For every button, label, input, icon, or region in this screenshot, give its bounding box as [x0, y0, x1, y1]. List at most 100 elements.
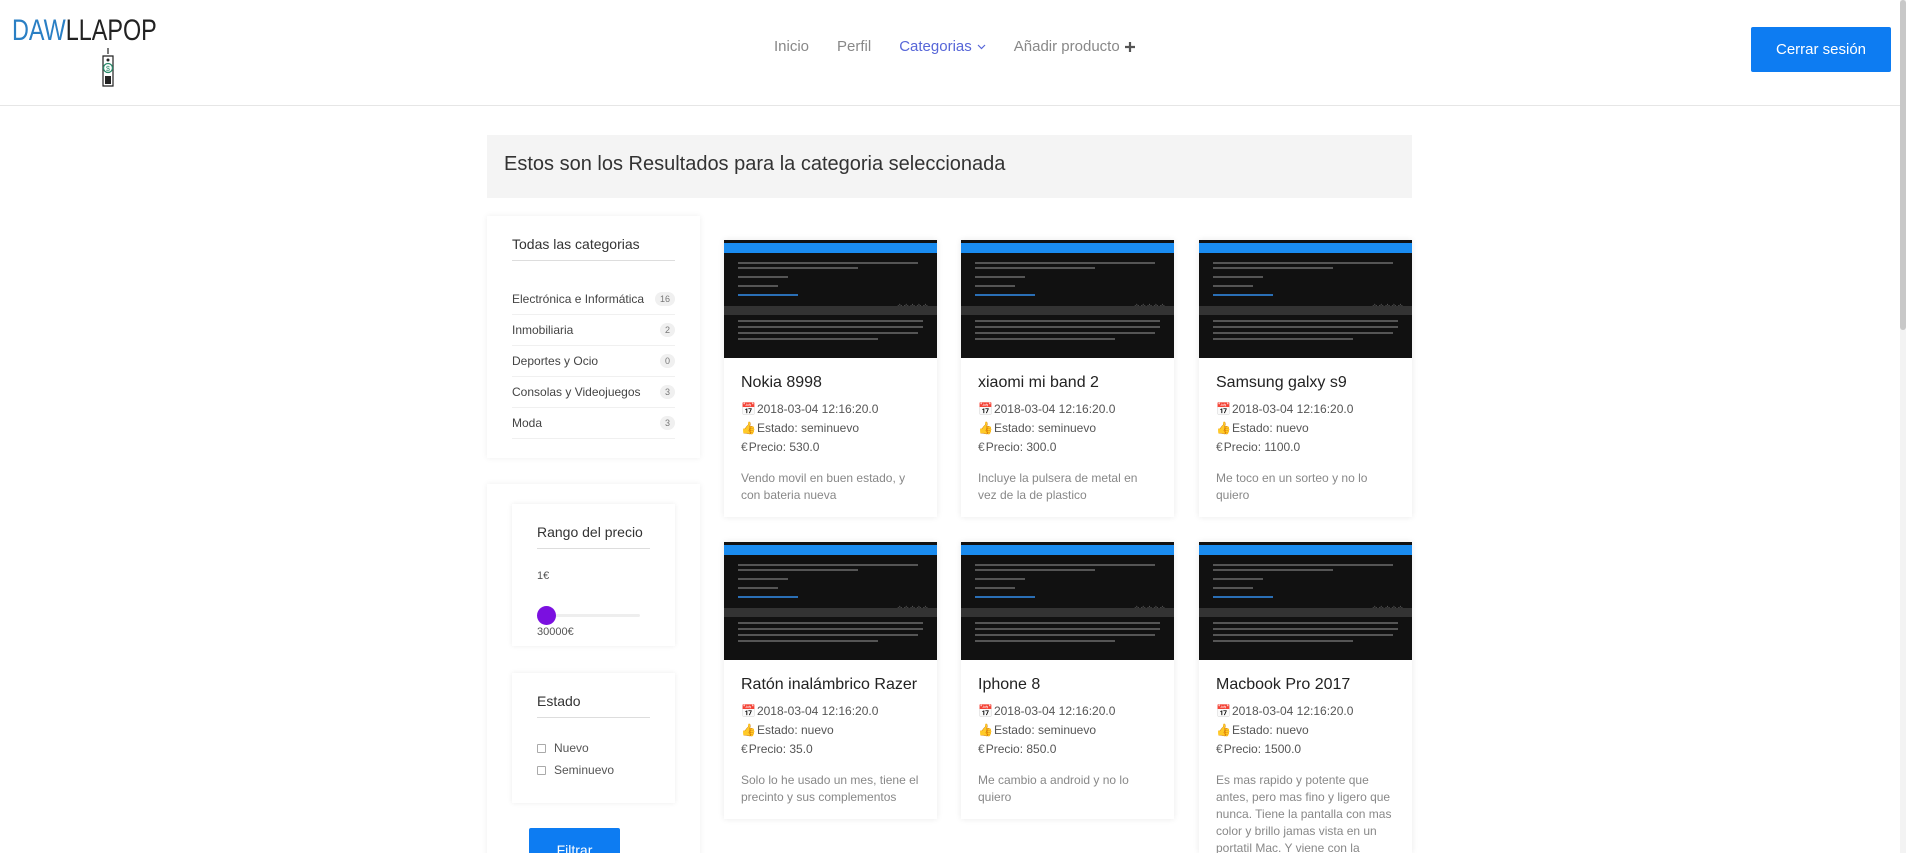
product-title[interactable]: Ratón inalámbrico Razer [741, 676, 920, 694]
vertical-scrollbar[interactable] [1900, 0, 1906, 853]
state-option-seminuevo[interactable]: Seminuevo [537, 763, 614, 777]
product-state: 👍 Estado: nuevo [741, 721, 920, 740]
product-card[interactable]: ☆☆☆☆☆ xiaomi mi band 2 📅2018-03-04 12:16… [961, 240, 1174, 517]
logo-text-part2: LLAPOP [65, 14, 157, 47]
product-date-text: 2018-03-04 12:16:20.0 [1231, 704, 1354, 718]
nav-inicio[interactable]: Inicio [774, 38, 809, 55]
calendar-icon: 📅 [741, 402, 756, 416]
category-item[interactable]: Electrónica e Informática 16 [512, 284, 675, 315]
product-price-text: Precio: 35.0 [748, 742, 813, 756]
product-date: 📅 2018-03-04 12:16:20.0 [741, 702, 920, 721]
product-description: Me toco en un sorteo y no lo quiero [1216, 471, 1368, 502]
categories-list: Electrónica e Informática 16 Inmobiliaria… [512, 284, 675, 439]
state-option-nuevo[interactable]: Nuevo [537, 741, 589, 755]
price-slider-handle[interactable] [537, 606, 556, 625]
product-card[interactable]: ☆☆☆☆☆ Nokia 8998 📅2018-03-04 12:16:20.0 … [724, 240, 937, 517]
state-filter-title: Estado [537, 693, 650, 718]
product-price: € Precio: 35.0 [741, 740, 920, 759]
product-card[interactable]: ☆☆☆☆☆ Samsung galxy s9 📅2018-03-04 12:16… [1199, 240, 1412, 517]
calendar-icon: 📅 [1216, 402, 1231, 416]
product-image[interactable]: ☆☆☆☆☆ [724, 240, 937, 358]
product-price: € Precio: 850.0 [978, 740, 1157, 759]
product-title[interactable]: Macbook Pro 2017 [1216, 676, 1395, 694]
nav-anadir-producto[interactable]: Añadir producto [1014, 38, 1135, 55]
product-card[interactable]: ☆☆☆☆☆ Iphone 8 📅2018-03-04 12:16:20.0 👍E… [961, 542, 1174, 819]
product-price: € Precio: 1500.0 [1216, 740, 1395, 759]
logout-button[interactable]: Cerrar sesión [1751, 27, 1891, 72]
product-state: 👍 Estado: nuevo [1216, 721, 1395, 740]
category-label: Deportes y Ocio [512, 354, 599, 368]
category-item[interactable]: Consolas y Videojuegos 3 [512, 377, 675, 408]
product-date: 📅 2018-03-04 12:16:20.0 [1216, 702, 1395, 721]
product-date-text: 2018-03-04 12:16:20.0 [993, 704, 1116, 718]
product-image[interactable]: ☆☆☆☆☆ [1199, 542, 1412, 660]
product-state-text: Estado: seminuevo [756, 421, 860, 435]
category-label: Consolas y Videojuegos [512, 385, 641, 399]
results-heading: Estos son los Resultados para la categor… [504, 153, 1006, 175]
category-item[interactable]: Deportes y Ocio 0 [512, 346, 675, 377]
price-min-label: 1€ [537, 570, 550, 582]
product-image[interactable]: ☆☆☆☆☆ [724, 542, 937, 660]
product-card[interactable]: ☆☆☆☆☆ Ratón inalámbrico Razer 📅2018-03-0… [724, 542, 937, 819]
product-title[interactable]: xiaomi mi band 2 [978, 374, 1157, 392]
product-date: 📅 2018-03-04 12:16:20.0 [978, 702, 1157, 721]
filter-button[interactable]: Filtrar [529, 828, 620, 853]
nav-categorias[interactable]: Categorias [899, 38, 986, 55]
product-title[interactable]: Nokia 8998 [741, 374, 920, 392]
euro-icon: € [741, 440, 748, 454]
seminuevo-checkbox[interactable] [537, 765, 546, 775]
category-item[interactable]: Moda 3 [512, 408, 675, 439]
nav-perfil-label: Perfil [837, 38, 872, 55]
svg-text:$: $ [106, 66, 110, 73]
product-price-text: Precio: 530.0 [748, 440, 820, 454]
logo-wordmark: DAWLLAPOP [12, 14, 157, 48]
top-navbar: DAWLLAPOP $ Inicio Perfil Categorias Aña… [0, 0, 1900, 106]
calendar-icon: 📅 [1216, 704, 1231, 718]
price-range-card: Rango del precio 1€ 30000€ [512, 504, 675, 646]
product-image[interactable]: ☆☆☆☆☆ [961, 240, 1174, 358]
product-state: 👍 Estado: seminuevo [741, 419, 920, 438]
category-label: Moda [512, 416, 543, 430]
nav-anadir-producto-label: Añadir producto [1013, 38, 1120, 55]
product-price-text: Precio: 300.0 [985, 440, 1057, 454]
state-filter-card: Estado Nuevo Seminuevo [512, 673, 675, 803]
product-date: 📅 2018-03-04 12:16:20.0 [1216, 400, 1395, 419]
product-title[interactable]: Iphone 8 [978, 676, 1157, 694]
product-description: Es mas rapido y potente que antes, pero … [1216, 773, 1392, 853]
category-count-badge: 3 [659, 416, 675, 430]
product-card[interactable]: ☆☆☆☆☆ Macbook Pro 2017 📅2018-03-04 12:16… [1199, 542, 1412, 853]
product-price: € Precio: 300.0 [978, 438, 1157, 457]
product-title[interactable]: Samsung galxy s9 [1216, 374, 1395, 392]
nuevo-checkbox[interactable] [537, 743, 546, 753]
nav-inicio-label: Inicio [774, 38, 810, 55]
price-range-title: Rango del precio [537, 524, 650, 549]
euro-icon: € [978, 440, 985, 454]
product-description: Solo lo he usado un mes, tiene el precin… [741, 773, 919, 804]
product-image[interactable]: ☆☆☆☆☆ [961, 542, 1174, 660]
thumbs-up-icon: 👍 [741, 723, 756, 737]
thumbs-up-icon: 👍 [978, 421, 993, 435]
main-nav: Inicio Perfil Categorias Añadir producto [774, 38, 1163, 55]
scrollbar-thumb[interactable] [1900, 0, 1906, 330]
product-state: 👍 Estado: nuevo [1216, 419, 1395, 438]
product-price-text: Precio: 850.0 [985, 742, 1057, 756]
product-state: 👍 Estado: seminuevo [978, 419, 1157, 438]
product-date-text: 2018-03-04 12:16:20.0 [756, 402, 879, 416]
nav-perfil[interactable]: Perfil [837, 38, 871, 55]
product-price-text: Precio: 1100.0 [1223, 440, 1301, 454]
product-date-text: 2018-03-04 12:16:20.0 [993, 402, 1116, 416]
category-count-badge: 0 [659, 354, 675, 368]
euro-icon: € [741, 742, 748, 756]
category-count-badge: 3 [659, 385, 675, 399]
calendar-icon: 📅 [978, 402, 993, 416]
dawllapop-logo[interactable]: DAWLLAPOP $ [12, 14, 157, 87]
product-image[interactable]: ☆☆☆☆☆ [1199, 240, 1412, 358]
chevron-down-icon [977, 44, 986, 49]
thumbs-up-icon: 👍 [1216, 723, 1231, 737]
nuevo-label: Nuevo [554, 741, 589, 755]
calendar-icon: 📅 [741, 704, 756, 718]
product-state: 👍 Estado: seminuevo [978, 721, 1157, 740]
product-description: Vendo movil en buen estado, y con bateri… [741, 471, 906, 502]
category-item[interactable]: Inmobiliaria 2 [512, 315, 675, 346]
product-date: 📅 2018-03-04 12:16:20.0 [741, 400, 920, 419]
